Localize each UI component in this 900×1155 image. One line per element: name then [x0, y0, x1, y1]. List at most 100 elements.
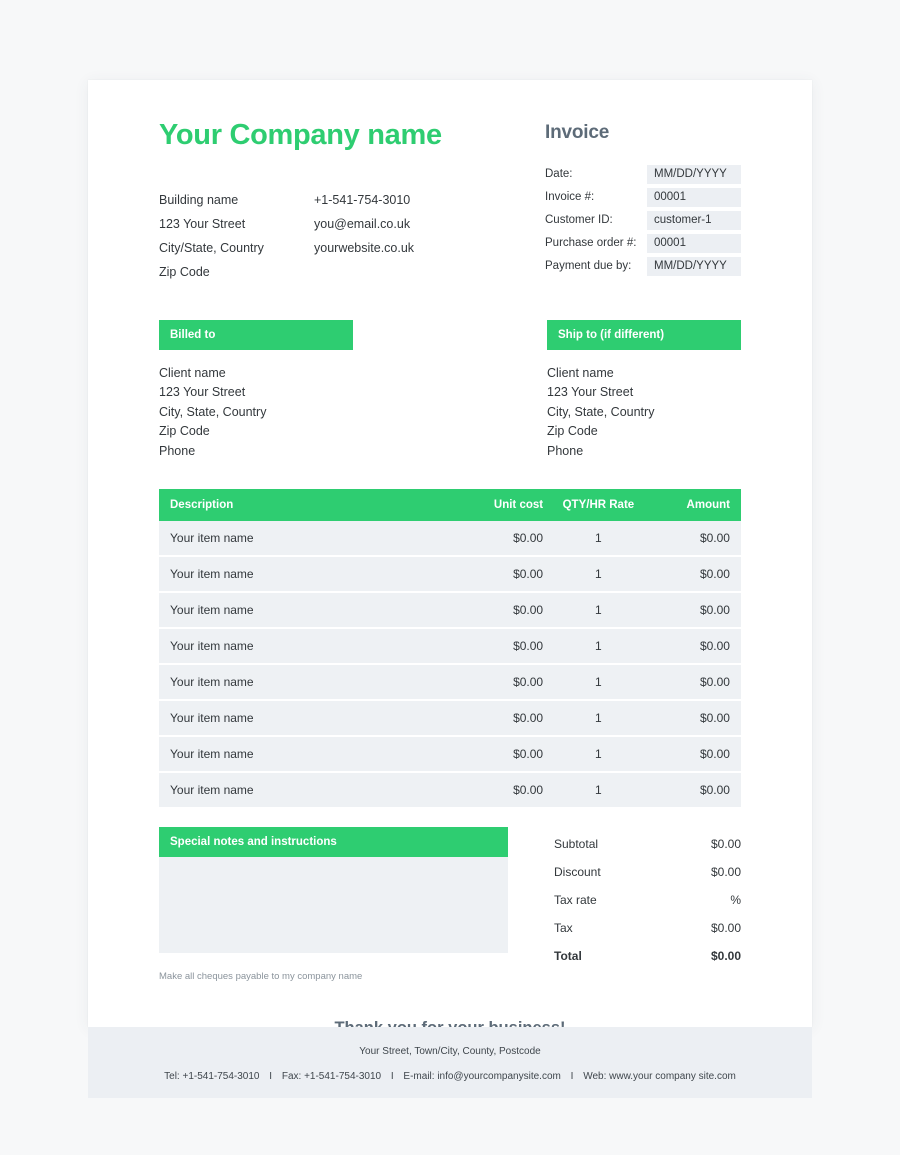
total-label: Tax rate — [554, 893, 597, 908]
invoice-number-field[interactable]: 00001 — [647, 188, 741, 207]
company-name: Your Company name — [159, 119, 442, 151]
cell-unit-cost: $0.00 — [513, 639, 544, 654]
customer-id-field[interactable]: customer-1 — [647, 211, 741, 230]
items-table: Description Unit cost QTY/HR Rate Amount… — [159, 489, 741, 810]
meta-label: Invoice #: — [545, 191, 595, 203]
address-line: 123 Your Street — [159, 216, 246, 231]
company-block: Your Company name Building name 123 Your… — [159, 119, 489, 284]
party-line: Zip Code — [159, 424, 210, 439]
cell-description: Your item name — [170, 783, 254, 798]
cell-description: Your item name — [170, 603, 254, 618]
table-row[interactable]: Your item name $0.00 1 $0.00 — [159, 737, 741, 774]
party-line: 123 Your Street — [159, 385, 246, 400]
cell-unit-cost: $0.00 — [513, 531, 544, 546]
table-row[interactable]: Your item name $0.00 1 $0.00 — [159, 521, 741, 558]
masthead: Your Company name Building name 123 Your… — [159, 119, 741, 284]
total-label: Total — [554, 949, 582, 964]
footer-email: E-mail: info@yourcompanysite.com — [403, 1071, 561, 1082]
total-label: Subtotal — [554, 837, 599, 852]
footer-separator: I — [390, 1071, 394, 1082]
party-line: Phone — [547, 443, 584, 458]
column-header-description: Description — [170, 499, 234, 512]
total-row-grand-total: Total $0.00 — [545, 942, 741, 970]
invoice-page: Your Company name Building name 123 Your… — [0, 0, 900, 1155]
footer-separator: I — [570, 1071, 574, 1082]
company-contact: +1-541-754-3010 you@email.co.uk yourwebs… — [314, 188, 414, 284]
cell-amount: $0.00 — [699, 531, 730, 546]
party-line: Zip Code — [547, 424, 598, 439]
cell-description: Your item name — [170, 747, 254, 762]
cell-unit-cost: $0.00 — [513, 747, 544, 762]
notes-and-totals: Special notes and instructions Make all … — [159, 827, 741, 983]
cell-qty: 1 — [595, 639, 602, 654]
table-row[interactable]: Your item name $0.00 1 $0.00 — [159, 773, 741, 810]
invoice-meta-panel: Invoice Date: MM/DD/YYYY Invoice #: 0000… — [545, 120, 741, 280]
cell-unit-cost: $0.00 — [513, 783, 544, 798]
footer-contact-line: Tel: +1-541-754-3010 I Fax: +1-541-754-3… — [88, 1069, 812, 1084]
billed-to-lines: Client name 123 Your Street City, State,… — [159, 364, 353, 462]
company-address-left: Building name 123 Your Street City/State… — [159, 188, 314, 284]
items-table-header: Description Unit cost QTY/HR Rate Amount — [159, 489, 741, 522]
table-row[interactable]: Your item name $0.00 1 $0.00 — [159, 665, 741, 702]
payment-due-field[interactable]: MM/DD/YYYY — [647, 257, 741, 276]
company-phone: +1-541-754-3010 — [314, 192, 411, 207]
cell-description: Your item name — [170, 711, 254, 726]
purchase-order-field[interactable]: 00001 — [647, 234, 741, 253]
cell-qty: 1 — [595, 531, 602, 546]
table-row[interactable]: Your item name $0.00 1 $0.00 — [159, 593, 741, 630]
meta-row-date: Date: MM/DD/YYYY — [545, 165, 741, 184]
party-line: City, State, Country — [547, 404, 655, 419]
table-row[interactable]: Your item name $0.00 1 $0.00 — [159, 701, 741, 738]
tax-value: $0.00 — [710, 921, 741, 936]
table-row[interactable]: Your item name $0.00 1 $0.00 — [159, 557, 741, 594]
footer-separator: I — [269, 1071, 273, 1082]
invoice-content: Your Company name Building name 123 Your… — [159, 119, 741, 1058]
meta-label: Date: — [545, 168, 573, 180]
billed-to-heading: Billed to — [159, 319, 353, 350]
cell-description: Your item name — [170, 567, 254, 582]
date-field[interactable]: MM/DD/YYYY — [647, 165, 741, 184]
cell-description: Your item name — [170, 639, 254, 654]
meta-row-payment-due: Payment due by: MM/DD/YYYY — [545, 257, 741, 276]
cell-unit-cost: $0.00 — [513, 675, 544, 690]
invoice-card: Your Company name Building name 123 Your… — [88, 80, 812, 1058]
ship-to-block: Ship to (if different) Client name 123 Y… — [547, 319, 741, 462]
notes-heading: Special notes and instructions — [159, 827, 508, 858]
meta-row-customer-id: Customer ID: customer-1 — [545, 211, 741, 230]
address-line: Building name — [159, 192, 239, 207]
party-line: 123 Your Street — [547, 385, 634, 400]
column-header-amount: Amount — [686, 499, 730, 512]
footer-tel: Tel: +1-541-754-3010 — [164, 1071, 260, 1082]
footer-address: Your Street, Town/City, County, Postcode — [359, 1046, 541, 1057]
company-address: Building name 123 Your Street City/State… — [159, 188, 489, 284]
party-line: City, State, Country — [159, 404, 267, 419]
table-row[interactable]: Your item name $0.00 1 $0.00 — [159, 629, 741, 666]
cell-unit-cost: $0.00 — [513, 567, 544, 582]
footer-fax: Fax: +1-541-754-3010 — [281, 1071, 382, 1082]
cell-unit-cost: $0.00 — [513, 711, 544, 726]
tax-rate-value[interactable]: % — [730, 893, 741, 907]
invoice-heading: Invoice — [545, 122, 610, 143]
discount-value[interactable]: $0.00 — [711, 865, 741, 879]
cell-amount: $0.00 — [699, 603, 730, 618]
subtotal-value: $0.00 — [710, 837, 741, 852]
cell-amount: $0.00 — [699, 675, 730, 690]
company-website: yourwebsite.co.uk — [314, 240, 415, 255]
meta-label: Purchase order #: — [545, 237, 637, 249]
cell-unit-cost: $0.00 — [513, 603, 544, 618]
address-line: Zip Code — [159, 264, 210, 279]
ship-to-lines: Client name 123 Your Street City, State,… — [547, 364, 741, 462]
cell-description: Your item name — [170, 675, 254, 690]
total-label: Tax — [554, 921, 573, 936]
column-header-qty: QTY/HR Rate — [562, 499, 635, 512]
cell-amount: $0.00 — [699, 567, 730, 582]
page-footer: Your Street, Town/City, County, Postcode… — [88, 1027, 812, 1098]
cell-qty: 1 — [595, 783, 602, 798]
company-email: you@email.co.uk — [314, 216, 411, 231]
party-line: Client name — [547, 365, 614, 380]
party-line: Phone — [159, 443, 196, 458]
column-header-unit-cost: Unit cost — [493, 499, 544, 512]
notes-textarea[interactable] — [159, 857, 508, 954]
cell-qty: 1 — [595, 567, 602, 582]
footer-web: Web: www.your company site.com — [583, 1071, 736, 1082]
